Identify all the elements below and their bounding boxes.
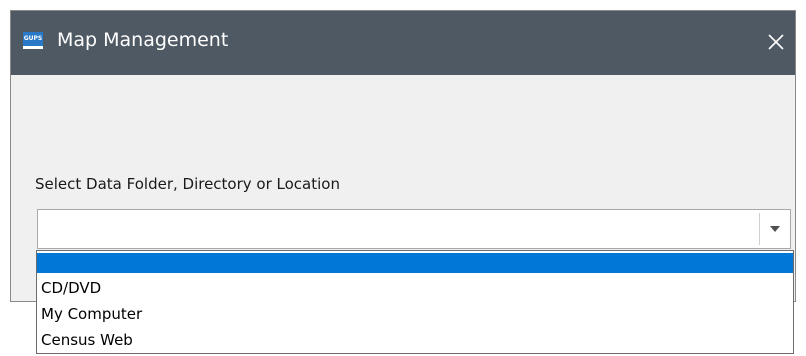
app-logo-icon: GUPS bbox=[23, 32, 43, 49]
chevron-down-icon[interactable] bbox=[770, 226, 780, 232]
combo-divider bbox=[759, 213, 760, 245]
dropdown-option-census-web[interactable]: Census Web bbox=[37, 330, 793, 350]
location-combobox[interactable] bbox=[37, 209, 791, 249]
dropdown-option-cd-dvd[interactable]: CD/DVD bbox=[37, 278, 793, 298]
window-title: Map Management bbox=[57, 29, 229, 51]
title-bar[interactable]: GUPS Map Management bbox=[11, 11, 795, 75]
location-dropdown-list[interactable]: CD/DVD My Computer Census Web bbox=[36, 250, 794, 354]
close-icon bbox=[768, 34, 784, 50]
close-button[interactable] bbox=[759, 25, 793, 59]
dropdown-option-blank[interactable] bbox=[37, 253, 793, 273]
location-label: Select Data Folder, Directory or Locatio… bbox=[35, 175, 340, 193]
dropdown-option-my-computer[interactable]: My Computer bbox=[37, 304, 793, 324]
